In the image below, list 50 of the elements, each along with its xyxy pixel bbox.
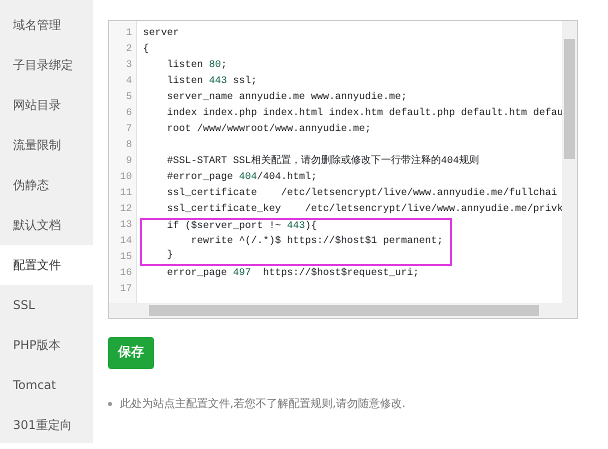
line-number: 4 <box>124 75 133 89</box>
code-line: ssl_certificate_key /etc/letsencrypt/live/www.annyudie.me/privk <box>166 202 563 217</box>
line-number: 17 <box>118 283 133 297</box>
line-number: 15 <box>118 251 133 265</box>
sidebar-item[interactable]: 子目录绑定 <box>0 45 93 85</box>
line-number: 8 <box>124 139 133 153</box>
line-number: 5 <box>124 91 133 105</box>
sidebar-item[interactable]: PHP版本 <box>0 325 93 365</box>
sidebar-item[interactable]: 默认文档 <box>0 205 93 245</box>
sidebar-item[interactable]: 301重定向 <box>0 405 93 445</box>
vertical-scrollbar[interactable] <box>562 21 577 304</box>
code-editor[interactable] <box>108 20 578 319</box>
line-number: 11 <box>118 187 133 201</box>
line-number: 16 <box>118 267 133 281</box>
sidebar-item[interactable]: 配置文件 <box>0 245 93 285</box>
line-number: 14 <box>118 235 133 249</box>
scrollbar-thumb[interactable] <box>564 39 575 159</box>
note-text: 此处为站点主配置文件,若您不了解配置规则,请勿随意修改. <box>120 396 406 412</box>
sidebar-item[interactable]: 流量限制 <box>0 125 93 165</box>
line-number: 6 <box>124 107 133 121</box>
code-line: #SSL-START SSL相关配置，请勿删除或修改下一行带注释的404规则 <box>166 154 480 169</box>
code-line: error_page 497 https://$host$request_uri; <box>166 266 420 281</box>
line-number: 9 <box>124 155 133 169</box>
code-line: listen 443 ssl; <box>166 74 258 89</box>
sidebar-item[interactable]: SSL <box>0 285 93 325</box>
code-line: index index.php index.html index.htm default.php default.htm defau <box>166 106 563 121</box>
bullet-icon <box>108 402 112 406</box>
line-number: 2 <box>124 43 133 57</box>
code-line: } <box>166 249 174 264</box>
line-number: 10 <box>118 171 133 185</box>
code-line: server_name annyudie.me www.annyudie.me; <box>166 90 408 105</box>
code-line: { <box>143 42 150 57</box>
code-line: ssl_certificate /etc/letsencrypt/live/www.annyudie.me/fullchai <box>166 186 558 201</box>
sidebar-item[interactable]: 域名管理 <box>0 5 93 45</box>
code-line: listen 80; <box>166 58 228 73</box>
scrollbar-thumb[interactable] <box>149 305 539 316</box>
sidebar-item[interactable]: 网站目录 <box>0 85 93 125</box>
sidebar-item[interactable]: Tomcat <box>0 365 93 405</box>
code-line: #error_page 404/404.html; <box>166 170 318 185</box>
line-number: 13 <box>118 219 133 233</box>
code-line: if ($server_port !~ 443){ <box>166 220 318 234</box>
code-line: rewrite ^(/.*)$ https://$host$1 permanent; <box>190 234 444 249</box>
code-line: root /www/wwwroot/www.annyudie.me; <box>166 122 372 137</box>
horizontal-scrollbar[interactable] <box>109 303 577 318</box>
line-number: 3 <box>124 59 133 73</box>
line-number: 7 <box>124 123 133 137</box>
sidebar-item[interactable]: 伪静态 <box>0 165 93 205</box>
line-number: 12 <box>118 203 133 217</box>
line-number: 1 <box>124 27 133 41</box>
code-line: server <box>143 27 180 41</box>
